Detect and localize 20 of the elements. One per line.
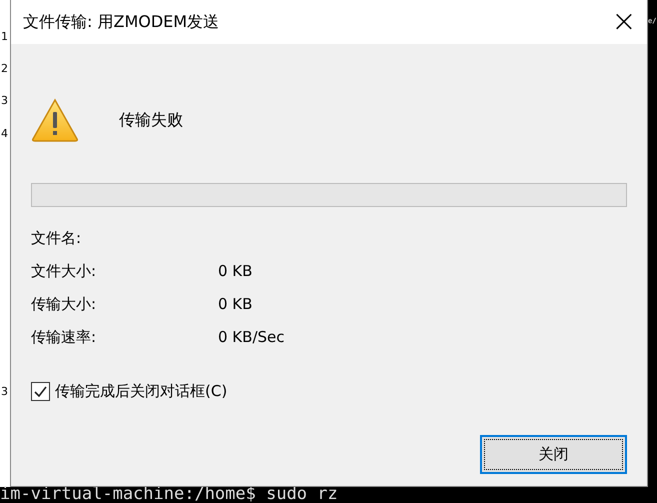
- field-value: 0 KB/Sec: [218, 327, 284, 348]
- field-value: 0 KB: [218, 294, 252, 316]
- terminal-text: im-virtual-machine:/home$ sudo rz: [0, 485, 338, 503]
- warning-icon: [31, 98, 79, 142]
- terminal-text: 3: [1, 385, 8, 399]
- checkbox-label[interactable]: 传输完成后关闭对话框(C): [55, 380, 228, 402]
- close-button[interactable]: ×: [601, 0, 647, 44]
- terminal-text: 2: [1, 62, 8, 76]
- window-title: 文件传输: 用ZMODEM发送: [23, 11, 220, 33]
- terminal-text: 1: [1, 30, 8, 44]
- field-label: 传输大小:: [31, 294, 98, 316]
- field-label: 传输速率:: [31, 327, 98, 348]
- field-label: 文件名:: [31, 228, 82, 250]
- checkbox[interactable]: [31, 382, 50, 401]
- close-button[interactable]: 关闭: [480, 434, 627, 474]
- terminal-text: 3: [1, 94, 8, 108]
- field-value: 0 KB: [218, 261, 252, 282]
- terminal-text: 4: [1, 127, 8, 141]
- field-label: 文件大小:: [31, 261, 98, 282]
- status-message: 传输失败: [119, 109, 183, 131]
